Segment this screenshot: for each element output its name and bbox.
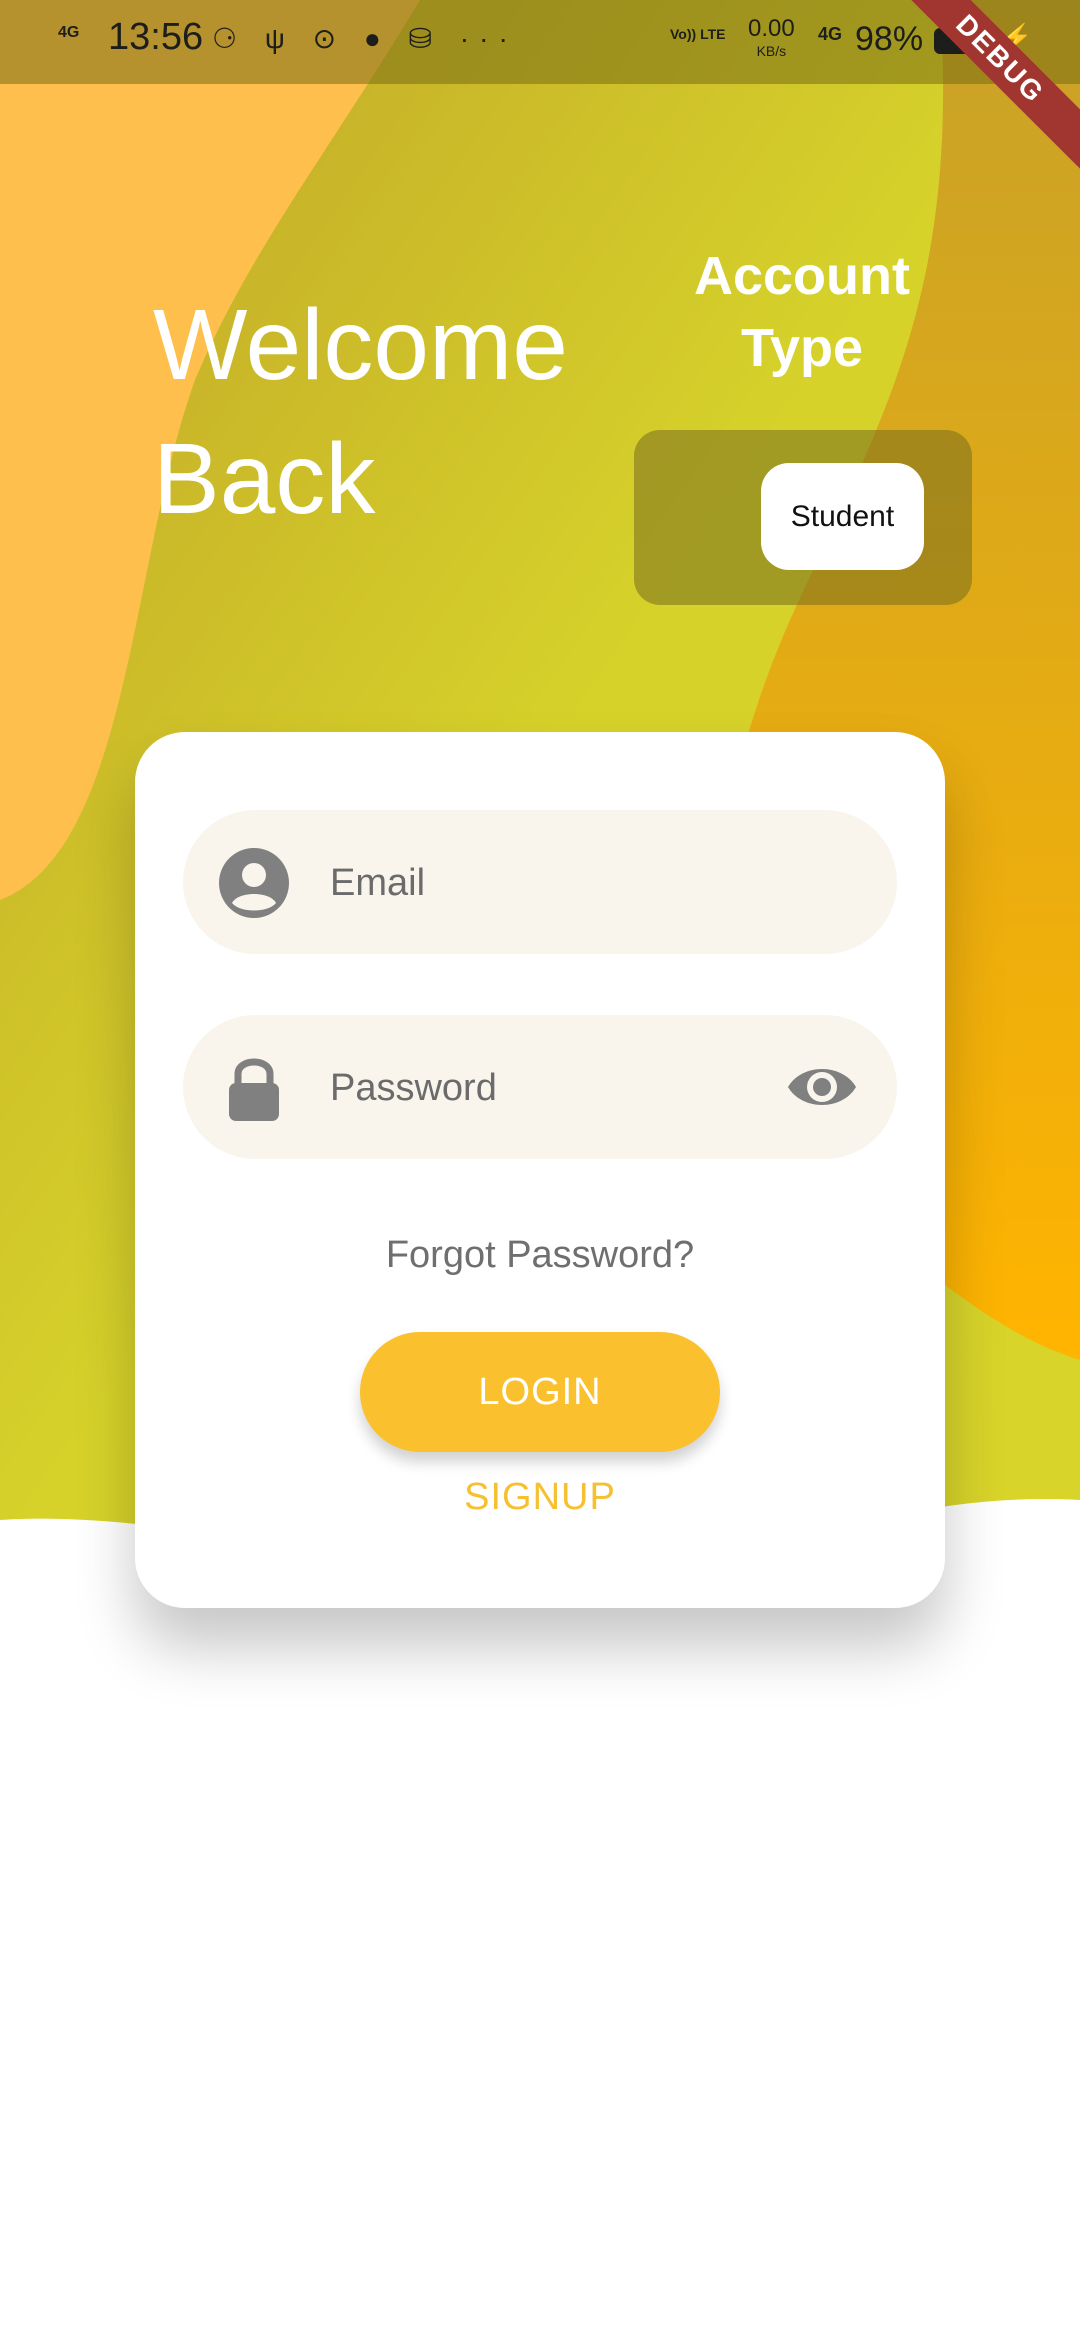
login-card: Forgot Password? LOGIN SIGNUP bbox=[135, 732, 945, 1608]
login-button[interactable]: LOGIN bbox=[360, 1332, 720, 1452]
eye-icon[interactable] bbox=[786, 1057, 858, 1117]
lock-icon bbox=[229, 1058, 279, 1121]
notification-icons: ⚆ ψ ⊙ ● ⛁ ··· bbox=[212, 23, 518, 54]
password-input[interactable] bbox=[328, 1015, 762, 1161]
account-type-line-2: Type bbox=[740, 318, 864, 378]
network-type-right: 4G bbox=[818, 24, 843, 44]
email-input[interactable] bbox=[328, 810, 762, 956]
account-type-title: Account Type bbox=[672, 240, 932, 384]
signup-link[interactable]: SIGNUP bbox=[135, 1476, 945, 1519]
net-speed: 0.00 KB/s bbox=[748, 15, 795, 62]
student-option-button[interactable]: Student bbox=[761, 463, 924, 570]
network-type-indicator: 4G bbox=[58, 24, 80, 41]
battery-percent: 98% bbox=[855, 20, 924, 58]
email-field[interactable] bbox=[183, 810, 897, 956]
welcome-heading: Welcome Back bbox=[153, 278, 568, 546]
welcome-line-1: Welcome bbox=[153, 289, 568, 401]
welcome-line-2: Back bbox=[153, 423, 376, 535]
net-speed-unit: KB/s bbox=[756, 43, 787, 59]
password-field[interactable] bbox=[183, 1015, 897, 1161]
net-speed-value: 0.00 bbox=[748, 15, 795, 42]
account-circle-icon bbox=[219, 848, 289, 918]
forgot-password-link[interactable]: Forgot Password? bbox=[135, 1234, 945, 1277]
account-type-line-1: Account bbox=[694, 246, 910, 306]
status-time: 13:56 bbox=[108, 16, 204, 58]
status-bar: 4G 13:56 ⚆ ψ ⊙ ● ⛁ ··· Vo)) LTE 0.00 KB/… bbox=[0, 0, 1080, 84]
